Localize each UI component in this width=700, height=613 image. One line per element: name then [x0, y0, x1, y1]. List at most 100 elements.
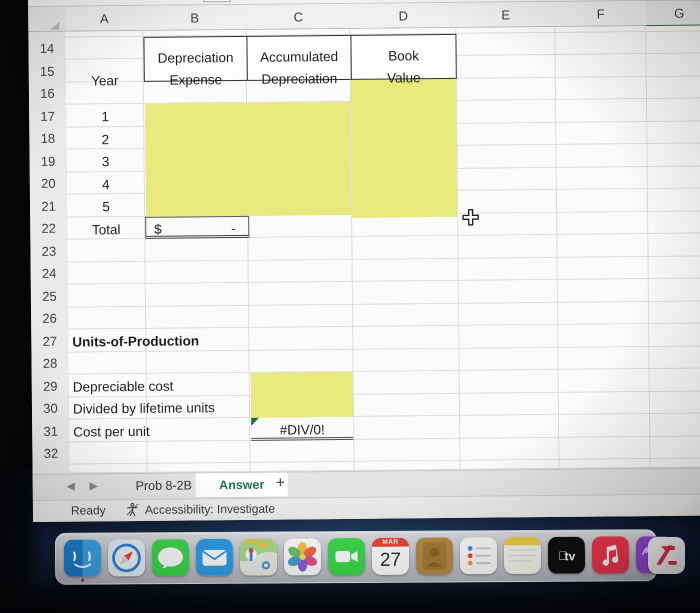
grid-cell[interactable] [647, 98, 700, 123]
grid-cell[interactable] [67, 238, 146, 263]
grid-cell[interactable] [249, 326, 354, 351]
grid-cell[interactable] [353, 393, 461, 417]
row-header-21[interactable]: 21 [29, 194, 69, 219]
grid-cell[interactable] [456, 77, 557, 101]
add-sheet-button[interactable]: + [276, 475, 286, 493]
grid-cell[interactable] [650, 413, 700, 438]
column-header-g[interactable]: G [646, 0, 700, 28]
grid-cell[interactable] [556, 99, 648, 123]
row-header-15[interactable]: 15 [28, 59, 67, 84]
row-header-23[interactable]: 23 [30, 239, 69, 264]
row-header-25[interactable]: 25 [30, 284, 70, 309]
grid-cell[interactable] [646, 53, 700, 78]
dock-item-finder[interactable] [63, 539, 102, 577]
grid-cell[interactable] [558, 392, 651, 415]
grid-cell[interactable] [145, 260, 249, 284]
grid-cell[interactable] [558, 347, 650, 370]
row-header-20[interactable]: 20 [29, 172, 68, 196]
grid-cell[interactable] [248, 281, 353, 306]
dock-item-news[interactable] [648, 537, 685, 574]
dock-item-photos[interactable] [283, 538, 322, 576]
sheet-nav-next-icon[interactable]: ▶ [86, 479, 102, 492]
grid-cell[interactable] [459, 324, 559, 349]
grid-cell[interactable] [458, 257, 558, 281]
grid-cell[interactable] [457, 167, 557, 191]
grid-cell[interactable] [646, 76, 700, 100]
dock-item-maps[interactable] [239, 538, 278, 576]
grid-cell[interactable] [68, 351, 147, 375]
grid-cell[interactable] [457, 144, 557, 169]
grid-cell[interactable] [354, 438, 461, 462]
row-header-32[interactable]: 32 [32, 442, 71, 466]
grid-cell[interactable] [649, 391, 700, 415]
row-header-16[interactable]: 16 [28, 82, 68, 106]
grid-cell[interactable] [558, 324, 650, 348]
column-header-c[interactable]: C [246, 3, 352, 29]
grid-cell[interactable] [555, 54, 647, 78]
sheet-nav-prev-icon[interactable]: ◀ [63, 480, 79, 493]
row-header-29[interactable]: 29 [31, 374, 70, 399]
grid-cell[interactable] [647, 121, 700, 145]
column-header-e[interactable]: E [456, 1, 557, 27]
grid-cell[interactable] [648, 233, 700, 258]
dock-item-reminders[interactable] [459, 537, 498, 575]
grid-cell[interactable] [557, 212, 649, 235]
grid-cell[interactable] [147, 417, 251, 442]
grid-cell[interactable] [458, 279, 558, 304]
grid-cell[interactable] [459, 392, 560, 416]
column-header-b[interactable]: B [143, 4, 248, 30]
grid-cell[interactable] [248, 214, 353, 238]
grid-cell[interactable] [649, 346, 700, 370]
grid-cell[interactable] [650, 436, 700, 460]
grid-cell[interactable] [558, 369, 650, 393]
grid-cell[interactable] [646, 31, 700, 55]
dock-item-facetime[interactable] [327, 537, 366, 576]
grid-cell[interactable] [557, 234, 649, 258]
grid-cell[interactable] [248, 236, 353, 261]
status-accessibility-label[interactable]: Accessibility: Investigate [145, 502, 275, 517]
dock-item-messages[interactable] [151, 539, 190, 577]
grid-cell[interactable] [556, 122, 648, 145]
select-all-corner[interactable] [28, 6, 66, 31]
dock-item-calendar[interactable]: MAR 27 [371, 537, 410, 575]
grid-cell[interactable] [647, 143, 700, 168]
grid-cell[interactable] [557, 302, 650, 325]
row-header-19[interactable]: 19 [29, 149, 68, 174]
grid-cell[interactable] [556, 189, 649, 213]
grid-cell[interactable] [352, 280, 459, 305]
grid-cell[interactable] [68, 306, 147, 330]
grid-cell[interactable] [249, 304, 354, 328]
column-header-f[interactable]: F [555, 1, 648, 26]
grid-cell[interactable] [69, 441, 148, 465]
grid-cell[interactable] [146, 350, 250, 374]
dock-item-music[interactable] [591, 536, 630, 574]
dock-item-appletv[interactable]:  tv [547, 536, 586, 574]
grid-cell[interactable] [353, 325, 460, 350]
dock-item-mail[interactable] [195, 538, 234, 576]
grid-cell[interactable] [556, 167, 648, 190]
grid-cell[interactable] [147, 440, 251, 464]
grid-cell[interactable] [650, 458, 700, 469]
row-header-17[interactable]: 17 [29, 104, 68, 129]
grid-cell[interactable] [647, 166, 700, 190]
grid-cell[interactable] [555, 32, 647, 55]
row-header-26[interactable]: 26 [31, 307, 70, 331]
grid-cell[interactable] [457, 122, 557, 146]
grid-cell[interactable] [648, 211, 700, 235]
grid-cell[interactable] [647, 188, 700, 213]
grid-cell[interactable] [556, 144, 648, 168]
grid-cell[interactable] [65, 36, 144, 60]
grid-cell[interactable] [353, 348, 460, 372]
highlight-fill-c29-30[interactable] [250, 371, 354, 418]
column-header-a[interactable]: A [65, 5, 145, 31]
row-header-30[interactable]: 30 [31, 397, 71, 421]
grid-cell[interactable] [648, 256, 700, 280]
grid-cell[interactable] [460, 437, 560, 461]
dock-item-notes[interactable] [503, 536, 542, 575]
grid-cell[interactable] [352, 258, 459, 282]
grid-cell[interactable] [460, 414, 560, 439]
name-box[interactable] [202, 0, 232, 3]
grid-cell[interactable] [249, 349, 354, 373]
row-header-22[interactable]: 22 [30, 217, 69, 241]
grid-cell[interactable] [648, 278, 700, 303]
